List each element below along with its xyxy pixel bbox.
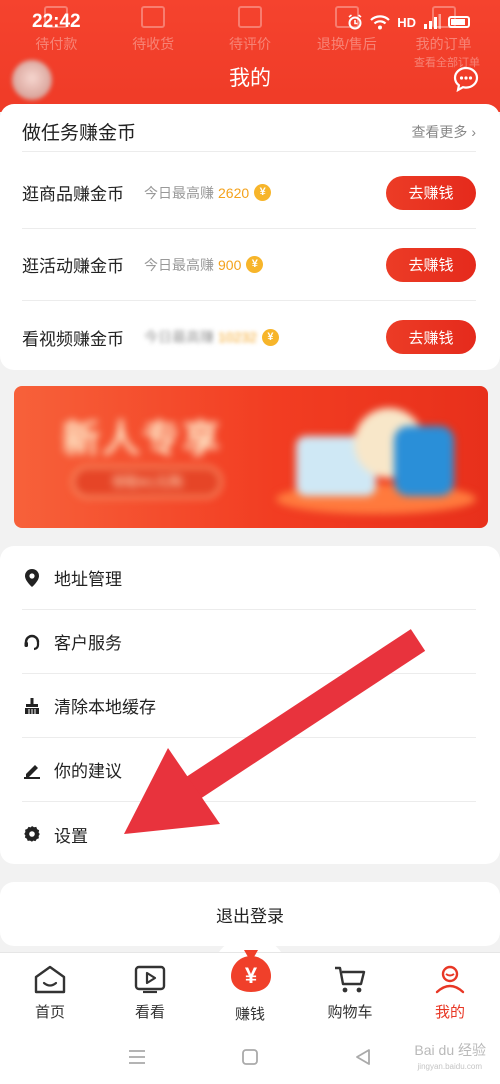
broom-icon (22, 696, 42, 716)
wifi-icon (370, 15, 390, 30)
tab-me[interactable]: 我的 (400, 953, 500, 1030)
list-item-feedback[interactable]: 你的建议 (22, 738, 476, 802)
earn-task-label: 看视频赚金币 (22, 329, 124, 349)
earn-row-products: 逛商品赚金币 今日最高赚 2620 ¥ 去赚钱 (22, 157, 476, 229)
home-square-icon[interactable] (241, 1048, 259, 1066)
list-item-settings[interactable]: 设置 (22, 802, 476, 866)
banner-pill: 领取¥1元购 (72, 466, 222, 498)
bag-symbol: ¥ (245, 963, 258, 988)
status-bar: 22:42 HD (0, 0, 500, 44)
watermark-sub: jingyan.baidu.com (417, 1062, 482, 1071)
list-item-label: 清除本地缓存 (54, 698, 156, 717)
logout-label: 退出登录 (216, 906, 284, 926)
battery-icon (448, 16, 470, 28)
list-item-clear-cache[interactable]: 清除本地缓存 (22, 674, 476, 738)
list-item-label: 地址管理 (54, 570, 122, 589)
earn-card-title: 做任务赚金币 (22, 123, 137, 144)
earn-row-activities: 逛活动赚金币 今日最高赚 900 ¥ 去赚钱 (22, 229, 476, 301)
earn-task-sub: 今日最高赚 (144, 256, 214, 273)
network-type: HD (397, 14, 416, 30)
tab-label: 赚钱 (234, 1006, 265, 1023)
earn-coins-card: 做任务赚金币 查看更多 › 逛商品赚金币 今日最高赚 2620 ¥ 去赚钱 逛活… (0, 104, 500, 370)
signal-icon (424, 14, 441, 29)
banner-title: 新人专享 (62, 419, 223, 461)
earn-task-sub: 今日最高赚 (144, 329, 214, 345)
tab-home[interactable]: 首页 (0, 953, 100, 1030)
new-user-banner[interactable]: 新人专享 领取¥1元购 (14, 386, 488, 528)
page-title: 我的 (229, 67, 271, 90)
coin-icon: ¥ (246, 256, 264, 273)
profile-icon (432, 963, 468, 995)
alarm-icon (348, 14, 362, 30)
earn-task-value: 10232 (218, 329, 257, 345)
earn-row-videos: 看视频赚金币 今日最高赚 10232 ¥ 去赚钱 (22, 301, 476, 373)
money-bag-icon[interactable]: ¥ (226, 946, 276, 994)
tab-label: 购物车 (327, 1004, 373, 1021)
watermark: Bai du 经验 (414, 1042, 486, 1058)
location-pin-icon (22, 568, 42, 588)
back-icon[interactable] (354, 1048, 372, 1066)
banner-artwork: 新人专享 领取¥1元购 (14, 386, 488, 528)
view-more-link[interactable]: 查看更多 › (411, 122, 476, 142)
list-item-label: 客户服务 (54, 634, 122, 653)
gear-icon (22, 824, 42, 844)
list-item-customer-service[interactable]: 客户服务 (22, 610, 476, 674)
tab-cart[interactable]: 购物车 (300, 953, 400, 1030)
cart-icon (332, 963, 368, 995)
menu-icon[interactable] (128, 1049, 146, 1065)
go-earn-button[interactable]: 去赚钱 (386, 247, 476, 282)
tab-watch[interactable]: 看看 (100, 953, 200, 1030)
message-icon[interactable] (452, 65, 480, 93)
home-icon (32, 963, 68, 995)
tab-label: 看看 (134, 1004, 165, 1021)
video-icon (132, 963, 168, 995)
go-earn-button[interactable]: 去赚钱 (386, 175, 476, 210)
status-time: 22:42 (32, 11, 81, 32)
tab-label: 我的 (434, 1004, 465, 1021)
coin-icon: ¥ (254, 184, 272, 201)
list-item-label: 设置 (54, 826, 88, 846)
go-earn-button[interactable]: 去赚钱 (386, 320, 476, 354)
list-item-label: 你的建议 (54, 762, 122, 781)
header-bar: 待付款 待收货 待评价 退换/售后 我的订单 查看全部订单 22:42 HD 我… (0, 0, 500, 112)
headset-icon (22, 632, 42, 652)
earn-task-value: 2620 (218, 184, 250, 201)
earn-task-label: 逛商品赚金币 (22, 185, 124, 204)
earn-task-value: 900 (218, 256, 242, 273)
earn-task-sub: 今日最高赚 (144, 184, 214, 201)
tab-label: 首页 (34, 1004, 65, 1021)
earn-task-label: 逛活动赚金币 (22, 257, 124, 276)
list-item-address[interactable]: 地址管理 (22, 546, 476, 610)
pencil-icon (22, 760, 42, 780)
coin-icon: ¥ (261, 328, 279, 346)
settings-list-card: 地址管理 客户服务 清除本地缓存 你的建议 设置 (0, 546, 500, 864)
banner-product-illustration (394, 426, 454, 496)
status-icons: HD (347, 14, 470, 30)
earn-card-header: 做任务赚金币 查看更多 › (22, 112, 476, 152)
